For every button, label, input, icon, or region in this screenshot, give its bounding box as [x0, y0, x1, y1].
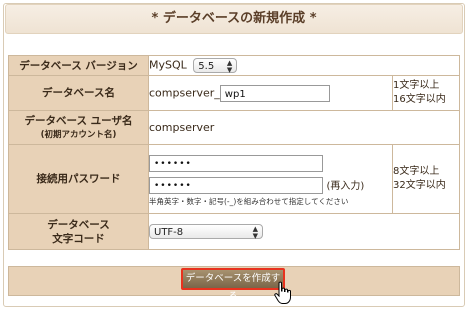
- password-note-min: 8文字以上: [393, 166, 440, 177]
- user-sublabel: (初期アカウント名): [40, 129, 117, 140]
- charset-select[interactable]: UTF-8 ▲ ▼: [149, 224, 263, 240]
- user-label-cell: データベース ユーザ名 (初期アカウント名): [8, 110, 149, 145]
- version-selected: 5.5: [198, 61, 215, 72]
- version-label: データベース バージョン: [8, 55, 149, 76]
- password-confirm-input[interactable]: ••••••: [149, 177, 323, 194]
- version-prefix: MySQL: [149, 58, 187, 72]
- page-title: * データベースの新規作成 *: [5, 4, 463, 34]
- user-label: データベース ユーザ名: [24, 114, 133, 127]
- dbname-label: データベース名: [8, 75, 149, 111]
- dbname-note-max: 16文字以内: [393, 94, 446, 105]
- dbname-prefix: compserver_: [149, 86, 220, 99]
- version-cell: MySQL 5.5 ▲ ▼: [148, 55, 460, 76]
- select-arrows-icon: ▲ ▼: [226, 59, 233, 74]
- dbname-note: 1文字以上 16文字以内: [392, 75, 460, 111]
- dbname-cell: compserver_ wp1: [148, 75, 393, 111]
- password-confirm-label: (再入力): [326, 180, 365, 192]
- select-arrows-icon: ▲ ▼: [252, 225, 258, 240]
- charset-label-cell: データベース 文字コード: [8, 213, 149, 250]
- user-value: compserver: [148, 110, 460, 145]
- hand-cursor-icon: [274, 281, 291, 304]
- charset-label-line2: 文字コード: [52, 232, 105, 245]
- password-cell: •••••• •••••• (再入力) 半角英字・数字・記号(-_)を組み合わせ…: [148, 144, 393, 214]
- dbname-note-min: 1文字以上: [393, 80, 440, 91]
- charset-cell: UTF-8 ▲ ▼: [148, 213, 460, 250]
- database-form: データベース バージョン MySQL 5.5 ▲ ▼ データベース名 compse…: [8, 55, 460, 250]
- create-database-button[interactable]: データベースを作成する: [181, 268, 285, 302]
- password-label: 接続用パスワード: [8, 144, 149, 214]
- password-hint: 半角英字・数字・記号(-_)を組み合わせて指定してください: [149, 196, 349, 206]
- version-select[interactable]: 5.5 ▲ ▼: [193, 58, 238, 74]
- charset-selected: UTF-8: [154, 227, 184, 238]
- charset-label-line1: データベース: [47, 218, 110, 231]
- password-note-max: 32文字以内: [393, 180, 446, 191]
- password-input[interactable]: ••••••: [149, 155, 323, 172]
- password-note: 8文字以上 32文字以内: [392, 144, 460, 214]
- dbname-input[interactable]: wp1: [219, 84, 330, 102]
